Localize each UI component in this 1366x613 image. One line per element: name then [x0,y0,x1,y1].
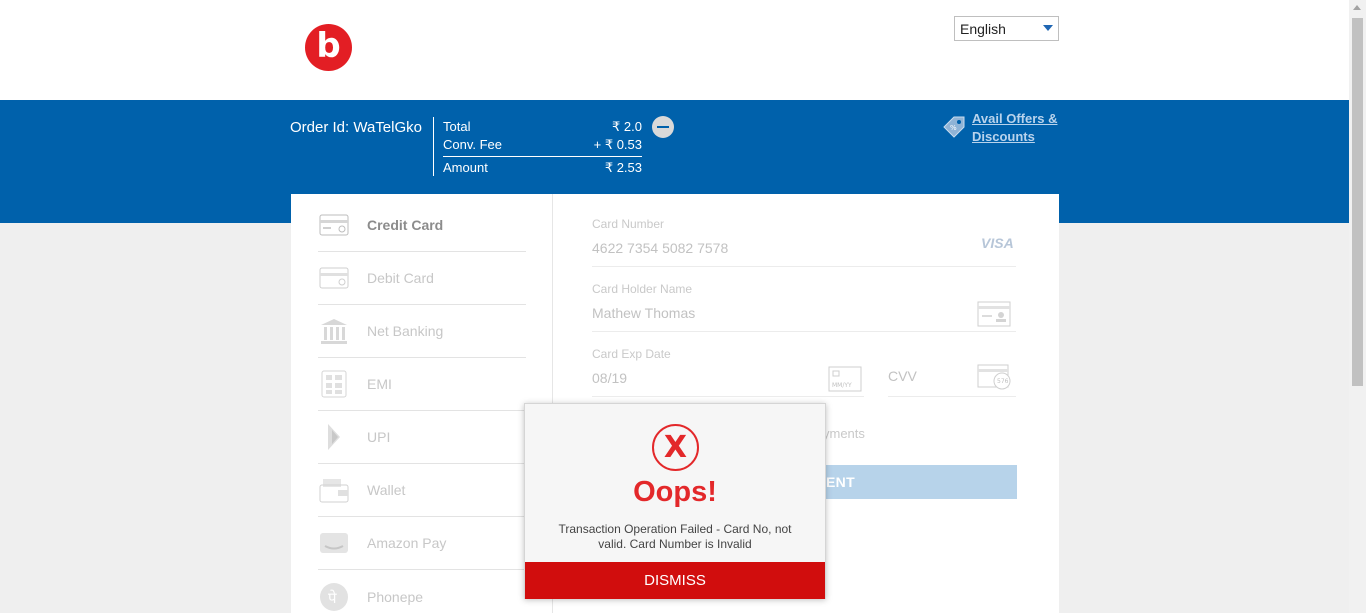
sidebar-item-label: UPI [367,429,391,445]
save-card-text: yments [823,426,865,441]
sidebar-item-net-banking[interactable]: Net Banking [318,305,526,358]
sidebar-item-phonepe[interactable]: पे Phonepe [318,570,526,613]
error-message: Transaction Operation Failed - Card No, … [558,522,792,551]
error-title: Oops! [633,476,717,508]
language-selected-value: English [960,21,1006,37]
sidebar-item-label: Net Banking [367,323,444,339]
svg-text:MM/YY: MM/YY [832,382,852,389]
upi-icon [318,423,350,451]
visa-logo: VISA [981,235,1014,251]
order-id: Order Id: WaTelGko [290,119,422,136]
amazon-pay-icon [318,529,350,557]
cvv-input[interactable]: CVV [888,368,917,384]
avail-offers-link[interactable]: Avail Offers & Discounts [972,110,1058,146]
fee-breakdown: Total ₹ 2.0 Conv. Fee + ₹ 0.53 Amount ₹ … [443,118,642,178]
sidebar-item-wallet[interactable]: Wallet [318,464,526,517]
fee-label: Amount [443,160,488,175]
expiry-label: Card Exp Date [592,347,671,361]
id-card-icon [977,301,1011,327]
fee-row-total: Total ₹ 2.0 [443,118,642,136]
error-x-icon: X [652,424,699,471]
expiry-input[interactable]: 08/19 [592,370,627,386]
sidebar-item-label: Amazon Pay [367,535,447,551]
dismiss-button[interactable]: DISMISS [525,562,825,599]
fee-label: Total [443,119,471,134]
wallet-icon [318,476,350,504]
card-number-label: Card Number [592,217,665,231]
sidebar-item-label: EMI [367,376,392,392]
fee-value: ₹ 2.53 [604,160,642,175]
calendar-card-icon: MM/YY [828,366,862,392]
sidebar-item-label: Wallet [367,482,406,498]
sidebar-item-upi[interactable]: UPI [318,411,526,464]
offers-link-line-1: Avail Offers & [972,111,1058,126]
svg-text:पे: पे [328,589,337,607]
cvv-underline [888,396,1016,397]
page-scrollbar[interactable] [1349,0,1366,613]
sidebar-item-label: Credit Card [367,217,444,233]
top-header: b English [0,0,1349,100]
holder-name-underline [592,331,1016,332]
phonepe-icon: पे [318,582,350,611]
offer-tag-icon: % [943,116,965,138]
debit-card-icon [318,264,350,292]
scroll-up-arrow-icon[interactable] [1353,5,1361,10]
card-number-underline [592,266,1016,267]
svg-text:576: 576 [997,378,1009,385]
collapse-summary-button[interactable] [652,116,674,138]
order-divider [433,117,434,176]
offers-link-line-2: Discounts [972,129,1035,144]
calculator-icon [318,370,350,398]
chevron-down-icon [1043,25,1053,31]
scrollbar-thumb[interactable] [1352,18,1363,386]
language-select[interactable]: English [954,16,1059,41]
holder-name-input[interactable]: Mathew Thomas [592,305,695,321]
expiry-underline [592,396,864,397]
sidebar-item-debit-card[interactable]: Debit Card [318,252,526,305]
error-x-letter: X [663,429,688,465]
credit-card-icon [318,211,350,239]
beats-logo: b [305,24,352,71]
error-dialog: X Oops! Transaction Operation Failed - C… [524,403,826,599]
sidebar-item-amazon-pay[interactable]: Amazon Pay [318,517,526,570]
fee-value: ₹ 2.0 [612,119,642,134]
logo-letter: b [316,25,341,66]
fee-value: + ₹ 0.53 [593,137,642,152]
payment-method-menu: Credit Card Debit Card Net Banking EMI U… [291,194,553,613]
svg-text:%: % [950,124,957,132]
cvv-card-icon: 576 [977,364,1011,390]
sidebar-item-emi[interactable]: EMI [318,358,526,411]
fee-row-amount: Amount ₹ 2.53 [443,156,642,178]
fee-row-conv-fee: Conv. Fee + ₹ 0.53 [443,136,642,154]
holder-name-label: Card Holder Name [592,282,693,296]
fee-label: Conv. Fee [443,137,503,152]
bank-icon [318,317,350,345]
sidebar-item-label: Phonepe [367,588,424,605]
sidebar-item-label: Debit Card [367,270,434,286]
card-number-input[interactable]: 4622 7354 5082 7578 [592,240,728,256]
sidebar-item-credit-card[interactable]: Credit Card [318,199,526,252]
